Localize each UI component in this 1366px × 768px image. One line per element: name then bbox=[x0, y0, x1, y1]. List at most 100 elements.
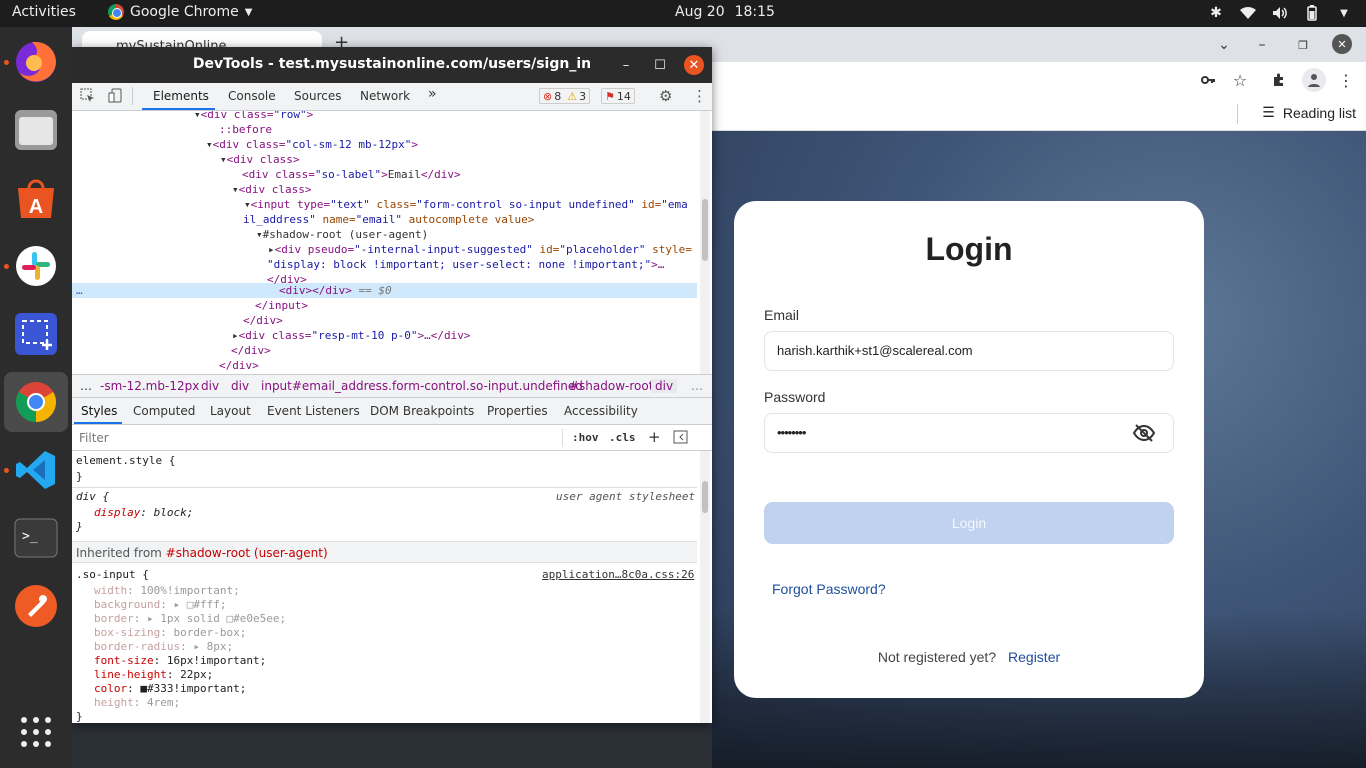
bookmark-star-icon[interactable]: ☆ bbox=[1230, 70, 1250, 90]
firefox-icon[interactable] bbox=[4, 32, 68, 92]
tab-search-icon[interactable]: ⌄ bbox=[1214, 35, 1234, 55]
dom-line-selected[interactable]: … bbox=[76, 283, 83, 298]
subtab-styles[interactable]: Styles bbox=[81, 404, 117, 418]
rule-selector[interactable]: div { bbox=[76, 490, 109, 504]
key-icon[interactable] bbox=[1198, 70, 1218, 90]
app-menu[interactable]: Google Chrome ▼ bbox=[108, 4, 252, 20]
subtab-accessibility[interactable]: Accessibility bbox=[564, 404, 638, 418]
breadcrumb-item[interactable]: input#email_address.form-control.so-inpu… bbox=[261, 379, 583, 393]
restore-icon[interactable]: ❐ bbox=[1293, 35, 1313, 55]
toggle-sidebar-icon[interactable] bbox=[673, 430, 688, 447]
maximize-icon[interactable]: ☐ bbox=[650, 55, 670, 75]
breadcrumb-item[interactable]: div bbox=[651, 379, 678, 393]
more-tabs-button[interactable]: » bbox=[428, 86, 437, 102]
slack-icon[interactable] bbox=[4, 236, 68, 296]
subtab-dom-breakpoints[interactable]: DOM Breakpoints bbox=[370, 404, 474, 418]
settings-gear-icon[interactable]: ⚙ bbox=[659, 87, 672, 105]
issues-badge[interactable]: ⚑ 14 bbox=[601, 88, 635, 104]
clock[interactable]: Aug 20 18:15 bbox=[675, 4, 775, 20]
dom-line[interactable]: ▾#shadow-root (user-agent) bbox=[256, 227, 428, 242]
elements-scrollbar[interactable] bbox=[700, 111, 710, 374]
dom-line[interactable]: </input> bbox=[255, 298, 308, 313]
subtab-layout[interactable]: Layout bbox=[210, 404, 251, 418]
dom-line[interactable]: ▸<div pseudo="-internal-input-suggested"… bbox=[268, 242, 692, 257]
breadcrumb-item[interactable]: div bbox=[231, 379, 249, 393]
profile-avatar-icon[interactable] bbox=[1302, 68, 1326, 92]
breadcrumb-item[interactable]: #shadow-root bbox=[569, 379, 653, 393]
style-property[interactable]: width: 100%!important; bbox=[94, 584, 240, 598]
style-property[interactable]: color: ■#333!important; bbox=[94, 682, 246, 696]
tab-network[interactable]: Network bbox=[360, 89, 410, 103]
dom-line-selected[interactable]: <div></div> == $0 bbox=[279, 283, 392, 298]
rule-selector[interactable]: element.style { bbox=[76, 454, 175, 468]
minimize-icon[interactable]: – bbox=[616, 55, 636, 75]
style-property[interactable]: height: 4rem; bbox=[94, 696, 180, 710]
breadcrumb-item[interactable]: … bbox=[80, 379, 92, 393]
forgot-password-link[interactable]: Forgot Password? bbox=[772, 581, 886, 597]
subtab-event-listeners[interactable]: Event Listeners bbox=[267, 404, 360, 418]
postman-icon[interactable] bbox=[4, 576, 68, 636]
reading-list-button[interactable]: ☰ Reading list bbox=[1262, 104, 1356, 121]
system-tray[interactable]: ✱ ▼ bbox=[1208, 3, 1352, 23]
subtab-properties[interactable]: Properties bbox=[487, 404, 548, 418]
tab-elements[interactable]: Elements bbox=[153, 89, 209, 103]
inherited-from-link[interactable]: #shadow-root (user-agent) bbox=[166, 546, 328, 560]
subtab-computed[interactable]: Computed bbox=[133, 404, 195, 418]
breadcrumb-item[interactable]: div bbox=[201, 379, 219, 393]
email-field[interactable]: harish.karthik+st1@scalereal.com bbox=[764, 331, 1174, 371]
dom-line[interactable]: ▾<div class="row"> bbox=[194, 111, 313, 122]
style-property[interactable]: font-size: 16px!important; bbox=[94, 654, 266, 668]
vscode-icon[interactable] bbox=[4, 440, 68, 500]
rule-selector[interactable]: .so-input { bbox=[76, 568, 149, 582]
style-property[interactable]: border: ▸ 1px solid □#e0e5ee; bbox=[94, 612, 286, 626]
minimize-icon[interactable]: – bbox=[1252, 35, 1272, 55]
dom-line[interactable]: ▾<div class> bbox=[232, 182, 311, 197]
menu-kebab-icon[interactable]: ⋮ bbox=[1336, 70, 1356, 90]
styles-scrollbar[interactable] bbox=[700, 451, 710, 723]
style-property[interactable]: display: block; bbox=[94, 506, 193, 520]
dom-line[interactable]: ▸<div class="resp-mt-10 p-0">…</div> bbox=[232, 328, 470, 343]
login-button[interactable]: Login bbox=[764, 502, 1174, 544]
apps-grid-icon[interactable] bbox=[4, 702, 68, 762]
tab-sources[interactable]: Sources bbox=[294, 89, 341, 103]
close-icon[interactable]: ✕ bbox=[684, 55, 704, 75]
breadcrumb-item[interactable]: … bbox=[691, 379, 703, 393]
source-link[interactable]: application…8c0a.css:26 bbox=[542, 568, 694, 582]
style-property[interactable]: box-sizing: border-box; bbox=[94, 626, 246, 640]
dom-line[interactable]: il_address" name="email" autocomplete va… bbox=[243, 212, 534, 227]
dom-line[interactable]: "display: block !important; user-select:… bbox=[267, 257, 664, 272]
dom-line[interactable]: ▾<div class> bbox=[220, 152, 299, 167]
dom-line[interactable]: ▾<input type="text" class="form-control … bbox=[244, 197, 688, 212]
new-style-rule-button[interactable]: + bbox=[648, 428, 661, 446]
breadcrumb-item[interactable]: -sm-12.mb-12px bbox=[100, 379, 199, 393]
dom-line[interactable]: ▾<div class="col-sm-12 mb-12px"> bbox=[206, 137, 418, 152]
close-icon[interactable]: ✕ bbox=[1332, 34, 1352, 54]
eye-slash-icon[interactable] bbox=[1132, 424, 1156, 442]
terminal-icon[interactable]: >_ bbox=[4, 508, 68, 568]
activities-button[interactable]: Activities bbox=[12, 4, 76, 20]
style-property[interactable]: line-height: 22px; bbox=[94, 668, 213, 682]
chrome-icon[interactable] bbox=[4, 372, 68, 432]
software-icon[interactable]: A bbox=[4, 168, 68, 228]
screenshot-icon[interactable] bbox=[4, 304, 68, 364]
dom-line[interactable]: </div> bbox=[219, 358, 259, 373]
device-toolbar-icon[interactable] bbox=[108, 88, 123, 106]
filter-input[interactable]: Filter bbox=[79, 431, 109, 445]
files-icon[interactable] bbox=[4, 100, 68, 160]
active-tab-indicator bbox=[142, 108, 215, 110]
register-link[interactable]: Register bbox=[1008, 649, 1060, 665]
hov-toggle[interactable]: :hov bbox=[572, 431, 599, 444]
devtools-menu-icon[interactable]: ⋮ bbox=[692, 87, 707, 105]
extensions-icon[interactable] bbox=[1269, 70, 1289, 90]
style-property[interactable]: background: ▸ □#fff; bbox=[94, 598, 226, 612]
dom-line[interactable]: <div class="so-label">Email</div> bbox=[242, 167, 461, 182]
cls-toggle[interactable]: .cls bbox=[609, 431, 636, 444]
dom-line[interactable]: </div> bbox=[243, 313, 283, 328]
dom-line[interactable]: ::before bbox=[219, 122, 272, 137]
tab-console[interactable]: Console bbox=[228, 89, 276, 103]
error-badge[interactable]: ⊗ 8 ⚠ 3 bbox=[539, 88, 591, 104]
password-field[interactable]: •••••••• bbox=[764, 413, 1174, 453]
inspect-element-icon[interactable] bbox=[80, 88, 95, 106]
style-property[interactable]: border-radius: ▸ 8px; bbox=[94, 640, 233, 654]
dom-line[interactable]: </div> bbox=[231, 343, 271, 358]
